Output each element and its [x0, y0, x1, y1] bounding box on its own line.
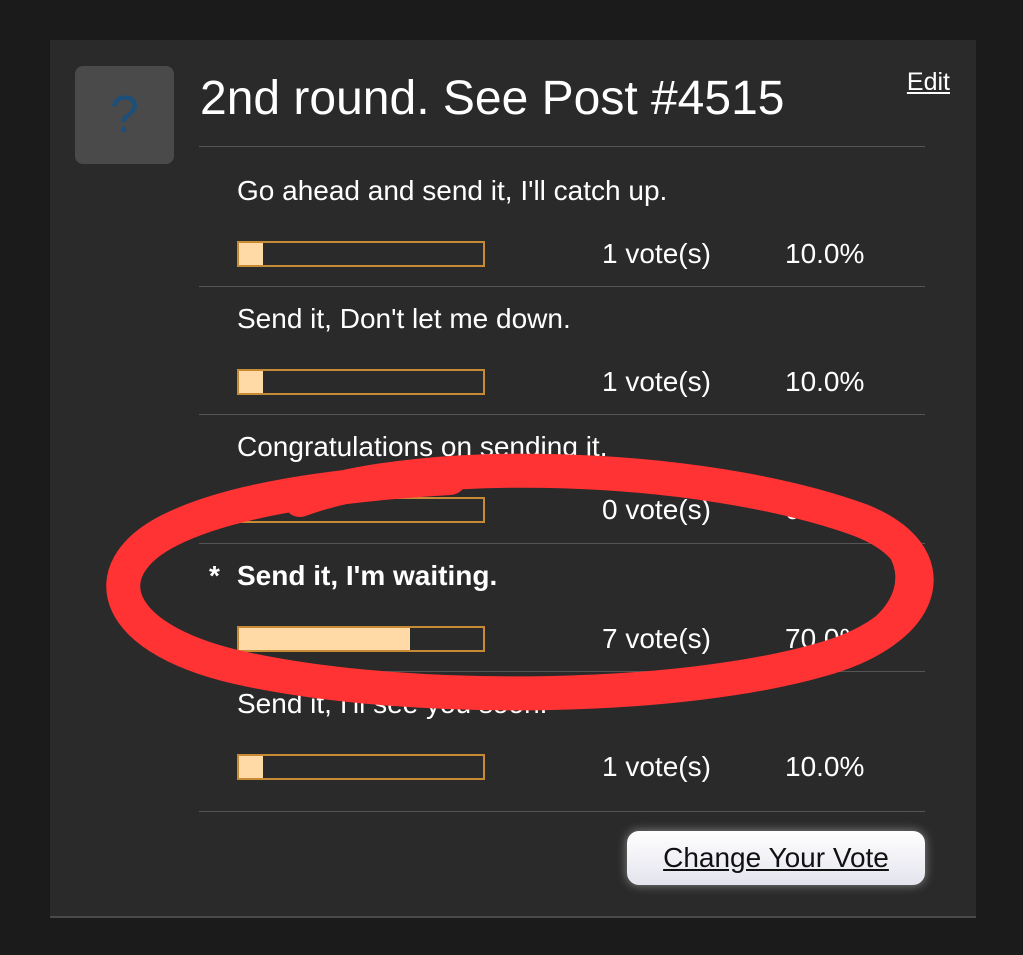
vote-count: 7 vote(s) [602, 623, 711, 654]
vote-bar-fill [239, 243, 264, 265]
vote-bar [237, 369, 485, 395]
poll-option: Congratulations on sending it. 0 vote(s)… [199, 402, 925, 530]
poll-title: 2nd round. See Post #4515 [200, 72, 785, 125]
vote-bar [237, 754, 485, 780]
vote-count: 0 vote(s) [602, 494, 711, 525]
poll-panel: ? 2nd round. See Post #4515 Edit Go ahea… [50, 40, 976, 918]
poll-option: Send it, I'll see you soon. 1 vote(s) 10… [199, 659, 925, 787]
vote-percent: 70.0% [785, 623, 865, 654]
poll-option: Go ahead and send it, I'll catch up. 1 v… [199, 146, 925, 274]
vote-percent: 10.0% [785, 751, 865, 782]
poll-option: Send it, Don't let me down. 1 vote(s) 10… [199, 274, 925, 402]
poll-option-selected: * Send it, I'm waiting. 7 vote(s) 70.0% [199, 531, 925, 659]
option-label: Send it, Don't let me down. [237, 303, 571, 334]
question-icon: ? [75, 66, 174, 164]
divider [199, 811, 925, 812]
vote-percent: 0.0% [785, 494, 849, 525]
vote-percent: 10.0% [785, 238, 865, 269]
vote-bar [237, 626, 485, 652]
vote-count: 1 vote(s) [602, 238, 711, 269]
option-label: Send it, I'm waiting. [237, 560, 498, 591]
vote-bar-fill [239, 756, 264, 778]
vote-bar-fill [239, 371, 264, 393]
edit-link[interactable]: Edit [907, 68, 950, 97]
vote-bar [237, 497, 485, 523]
vote-bar-fill [239, 628, 410, 650]
change-vote-button[interactable]: Change Your Vote [627, 831, 925, 885]
vote-count: 1 vote(s) [602, 751, 711, 782]
option-label: Go ahead and send it, I'll catch up. [237, 175, 668, 206]
option-label: Send it, I'll see you soon. [237, 688, 548, 719]
vote-bar [237, 241, 485, 267]
vote-count: 1 vote(s) [602, 366, 711, 397]
vote-percent: 10.0% [785, 366, 865, 397]
selected-marker: * [209, 560, 220, 591]
option-label: Congratulations on sending it. [237, 431, 608, 462]
